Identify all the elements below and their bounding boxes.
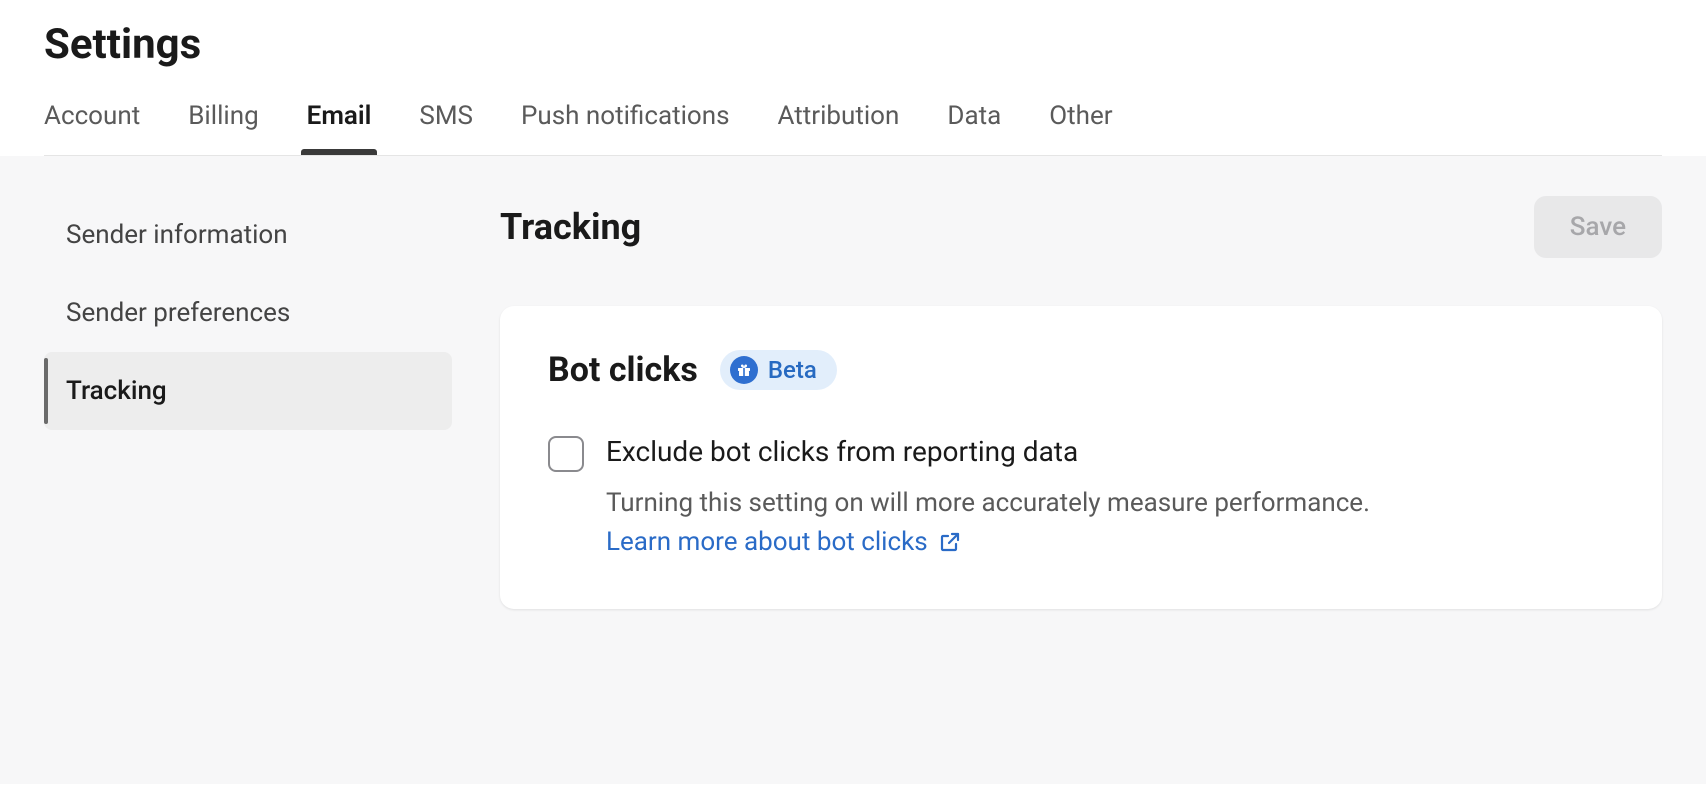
card-title: Bot clicks: [548, 350, 698, 390]
sidebar-item-sender-preferences[interactable]: Sender preferences: [44, 274, 452, 352]
tab-sms[interactable]: SMS: [419, 101, 473, 155]
option-label: Exclude bot clicks from reporting data: [606, 434, 1614, 470]
learn-more-label: Learn more about bot clicks: [606, 527, 928, 557]
page-title: Settings: [44, 20, 1662, 69]
tab-email[interactable]: Email: [307, 101, 372, 155]
beta-badge: Beta: [720, 350, 837, 390]
bot-clicks-card: Bot clicks Beta: [500, 306, 1662, 609]
tab-attribution[interactable]: Attribution: [778, 101, 900, 155]
tab-push-notifications[interactable]: Push notifications: [521, 101, 730, 155]
sidebar-item-sender-information[interactable]: Sender information: [44, 196, 452, 274]
exclude-bot-clicks-checkbox[interactable]: [548, 436, 584, 472]
tabs-bar: Account Billing Email SMS Push notificat…: [44, 101, 1662, 156]
tab-data[interactable]: Data: [947, 101, 1001, 155]
sidebar-item-tracking[interactable]: Tracking: [44, 352, 452, 430]
learn-more-link[interactable]: Learn more about bot clicks: [606, 527, 962, 557]
save-button[interactable]: Save: [1534, 196, 1662, 258]
option-description: Turning this setting on will more accura…: [606, 484, 1614, 523]
section-title: Tracking: [500, 206, 641, 248]
gift-icon: [730, 356, 758, 384]
sidebar: Sender information Sender preferences Tr…: [44, 196, 452, 744]
tab-account[interactable]: Account: [44, 101, 140, 155]
beta-badge-label: Beta: [768, 356, 817, 384]
tab-billing[interactable]: Billing: [188, 101, 258, 155]
external-link-icon: [938, 530, 962, 554]
tab-other[interactable]: Other: [1049, 101, 1112, 155]
main-content: Tracking Save Bot clicks B: [500, 196, 1662, 744]
